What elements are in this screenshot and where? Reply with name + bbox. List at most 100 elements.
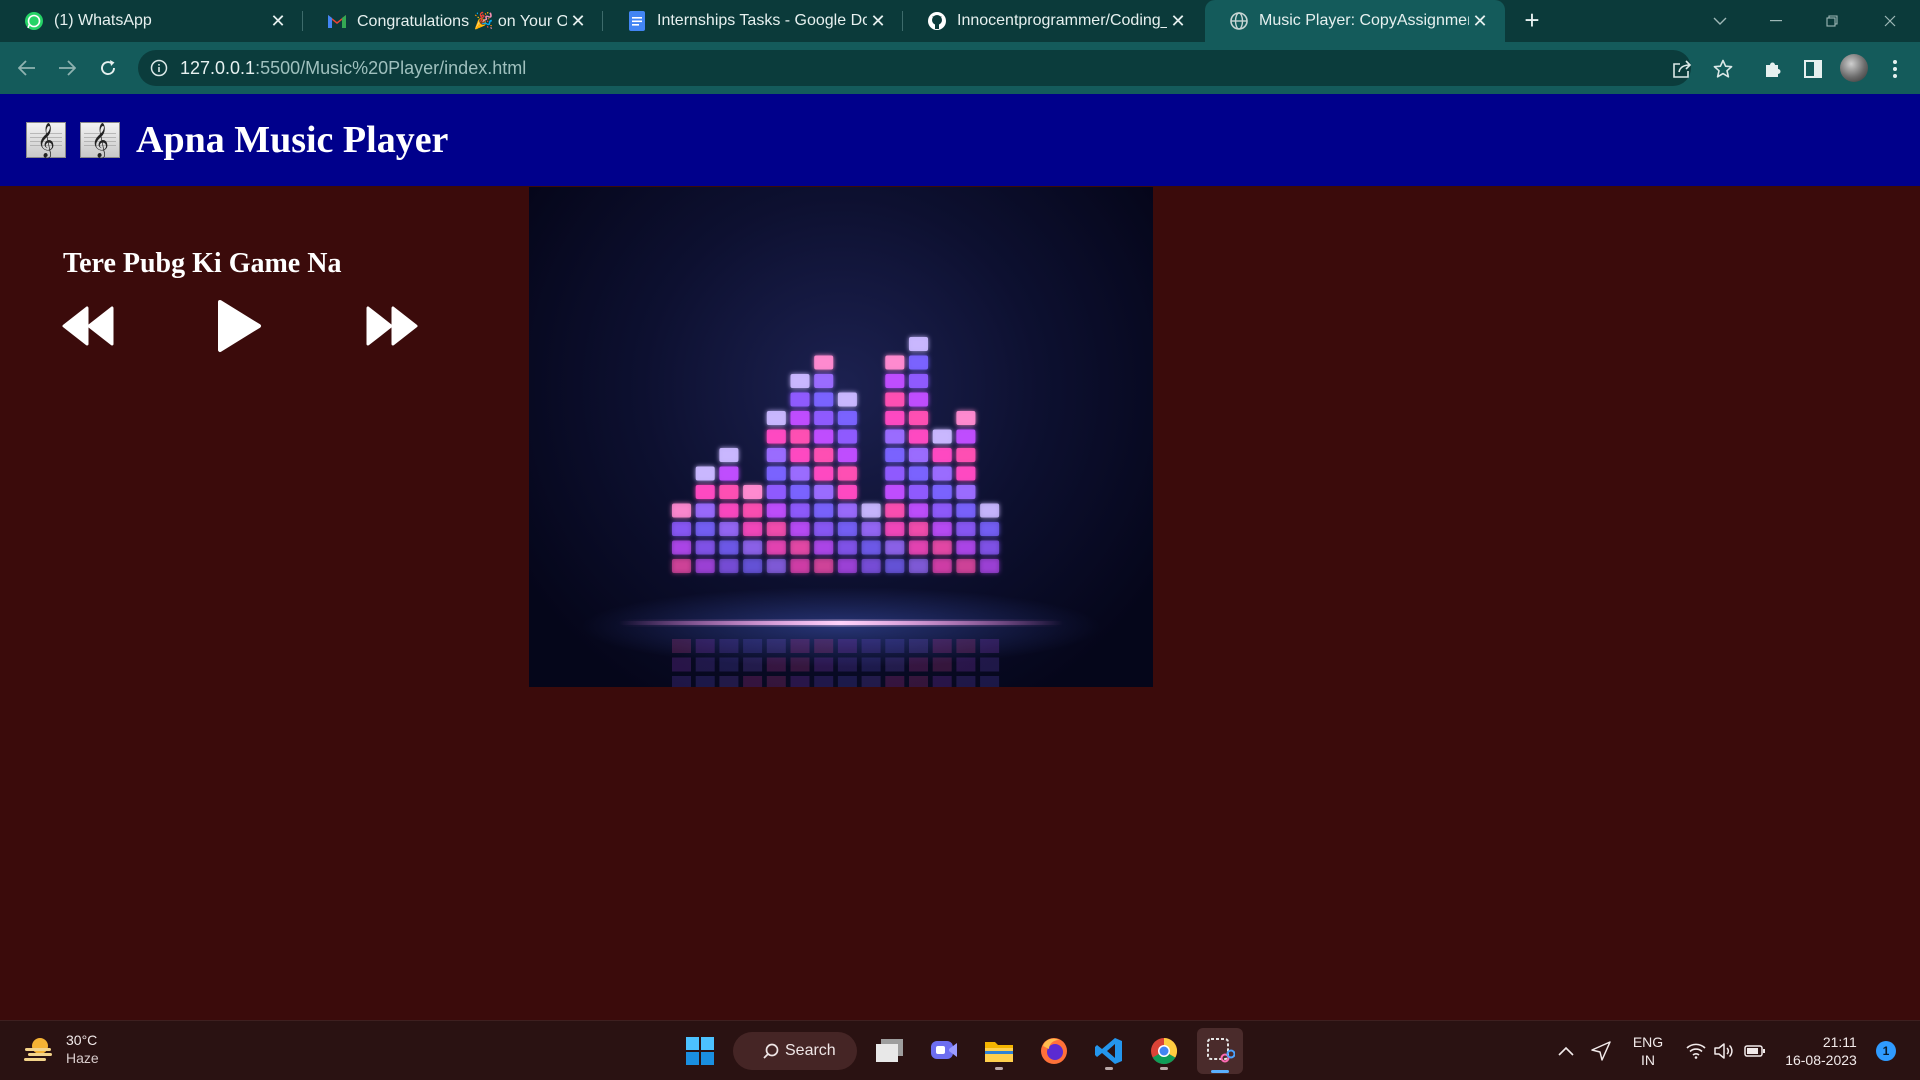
- tab-title: Innocentprogrammer/Coding_Ra: [957, 12, 1167, 29]
- profile-avatar[interactable]: [1840, 54, 1868, 82]
- weather-widget[interactable]: 30°C Haze: [22, 1031, 99, 1067]
- equalizer-block: [885, 392, 905, 407]
- volume-icon[interactable]: [1710, 1021, 1738, 1080]
- tab-title: Music Player: CopyAssignment: [1259, 12, 1469, 29]
- bookmark-star-icon[interactable]: [1710, 56, 1736, 82]
- teams-chat-icon: [931, 1041, 957, 1059]
- tab-gmail[interactable]: Congratulations 🎉 on Your Offe ✕: [303, 0, 603, 42]
- vscode-button[interactable]: [1089, 1031, 1129, 1071]
- close-icon[interactable]: ✕: [867, 10, 889, 32]
- equalizer-reflection: [932, 639, 952, 653]
- start-button[interactable]: [680, 1031, 720, 1071]
- side-panel-icon[interactable]: [1800, 56, 1826, 82]
- equalizer-block: [909, 540, 928, 555]
- close-window-button[interactable]: [1862, 0, 1918, 42]
- forward-button[interactable]: [53, 54, 81, 82]
- browser-menu-icon[interactable]: [1882, 56, 1908, 82]
- tab-github[interactable]: Innocentprogrammer/Coding_Ra ✕: [903, 0, 1203, 42]
- equalizer-reflection: [909, 676, 928, 687]
- equalizer-reflection: [909, 657, 928, 672]
- address-bar[interactable]: 127.0.0.1:5500/Music%20Player/index.html: [138, 50, 1691, 86]
- equalizer-reflection: [790, 676, 810, 687]
- language-indicator[interactable]: ENG IN: [1628, 1021, 1668, 1080]
- firefox-button[interactable]: [1034, 1031, 1074, 1071]
- equalizer-reflection: [814, 657, 834, 672]
- equalizer-block: [766, 429, 786, 444]
- tab-music-player[interactable]: Music Player: CopyAssignment ✕: [1205, 0, 1505, 42]
- equalizer-reflection: [837, 639, 857, 653]
- show-hidden-icons[interactable]: [1552, 1021, 1580, 1080]
- close-icon[interactable]: ✕: [1167, 10, 1189, 32]
- equalizer-block: [743, 540, 763, 555]
- equalizer-block: [672, 540, 691, 555]
- equalizer-block: [719, 485, 739, 499]
- equalizer-block: [837, 466, 857, 481]
- equalizer-block: [719, 466, 739, 481]
- battery-icon[interactable]: [1740, 1021, 1770, 1080]
- vscode-icon: [1095, 1038, 1122, 1064]
- play-button[interactable]: [214, 298, 264, 354]
- equalizer-block: [790, 559, 810, 573]
- equalizer-block: [814, 485, 834, 499]
- back-button[interactable]: [13, 54, 41, 82]
- equalizer-block: [814, 522, 834, 536]
- minimize-button[interactable]: [1748, 0, 1804, 42]
- equalizer-reflection: [956, 639, 976, 653]
- equalizer-block: [814, 411, 834, 425]
- equalizer-reflection: [956, 676, 976, 687]
- tab-whatsapp[interactable]: (1) WhatsApp ✕: [0, 0, 303, 42]
- equalizer-block: [909, 485, 928, 499]
- equalizer-block: [885, 429, 905, 444]
- windows-icon: [686, 1037, 714, 1065]
- equalizer-block: [837, 392, 857, 407]
- restore-button[interactable]: [1804, 0, 1860, 42]
- snipping-tool-button[interactable]: [1197, 1028, 1243, 1074]
- tab-title: Internships Tasks - Google Docs: [657, 12, 867, 29]
- weather-condition: Haze: [66, 1050, 99, 1066]
- equalizer-reflection: [719, 657, 739, 672]
- clock[interactable]: 21:11 16-08-2023: [1778, 1021, 1864, 1080]
- chrome-button[interactable]: [1144, 1031, 1184, 1071]
- equalizer-reflection: [932, 676, 952, 687]
- fast-forward-button[interactable]: [364, 304, 420, 348]
- equalizer-block: [980, 522, 1000, 536]
- equalizer-block: [743, 485, 763, 499]
- wifi-icon[interactable]: [1682, 1021, 1710, 1080]
- equalizer-reflection: [766, 676, 786, 687]
- equalizer-block: [956, 485, 976, 499]
- gmail-icon: [327, 11, 347, 31]
- equalizer-reflection: [695, 676, 715, 687]
- rewind-button[interactable]: [60, 304, 116, 348]
- rewind-icon: [62, 306, 114, 346]
- reload-button[interactable]: [94, 54, 122, 82]
- equalizer-reflection: [743, 639, 763, 653]
- close-icon[interactable]: ✕: [1469, 10, 1491, 32]
- equalizer-reflection: [695, 639, 715, 653]
- extensions-icon[interactable]: [1760, 56, 1786, 82]
- equalizer-reflection: [837, 657, 857, 672]
- google-docs-icon: [627, 11, 647, 31]
- equalizer-block: [672, 559, 691, 573]
- site-info-icon[interactable]: [150, 59, 168, 77]
- taskbar-search[interactable]: Search: [733, 1032, 857, 1070]
- firefox-icon: [1041, 1038, 1067, 1064]
- equalizer-block: [909, 392, 928, 407]
- share-icon[interactable]: [1669, 56, 1695, 82]
- close-icon[interactable]: ✕: [567, 10, 589, 32]
- equalizer-block: [790, 411, 810, 425]
- close-icon[interactable]: ✕: [267, 10, 289, 32]
- equalizer-block: [814, 503, 834, 518]
- new-tab-button[interactable]: +: [1519, 7, 1545, 34]
- snipping-tool-icon: [1207, 1038, 1235, 1063]
- equalizer-block: [743, 522, 763, 536]
- tab-google-docs[interactable]: Internships Tasks - Google Docs ✕: [603, 0, 903, 42]
- equalizer-reflection: [861, 676, 881, 687]
- notification-button[interactable]: 1: [1874, 1021, 1898, 1080]
- teams-chat-button[interactable]: [924, 1031, 964, 1071]
- location-icon[interactable]: [1586, 1021, 1616, 1080]
- task-view-button[interactable]: [870, 1031, 910, 1071]
- equalizer-block: [932, 429, 952, 444]
- file-explorer-button[interactable]: [979, 1031, 1019, 1071]
- tab-search-icon[interactable]: [1692, 0, 1748, 42]
- browser-tab-strip: (1) WhatsApp ✕ Congratulations 🎉 on Your…: [0, 0, 1920, 42]
